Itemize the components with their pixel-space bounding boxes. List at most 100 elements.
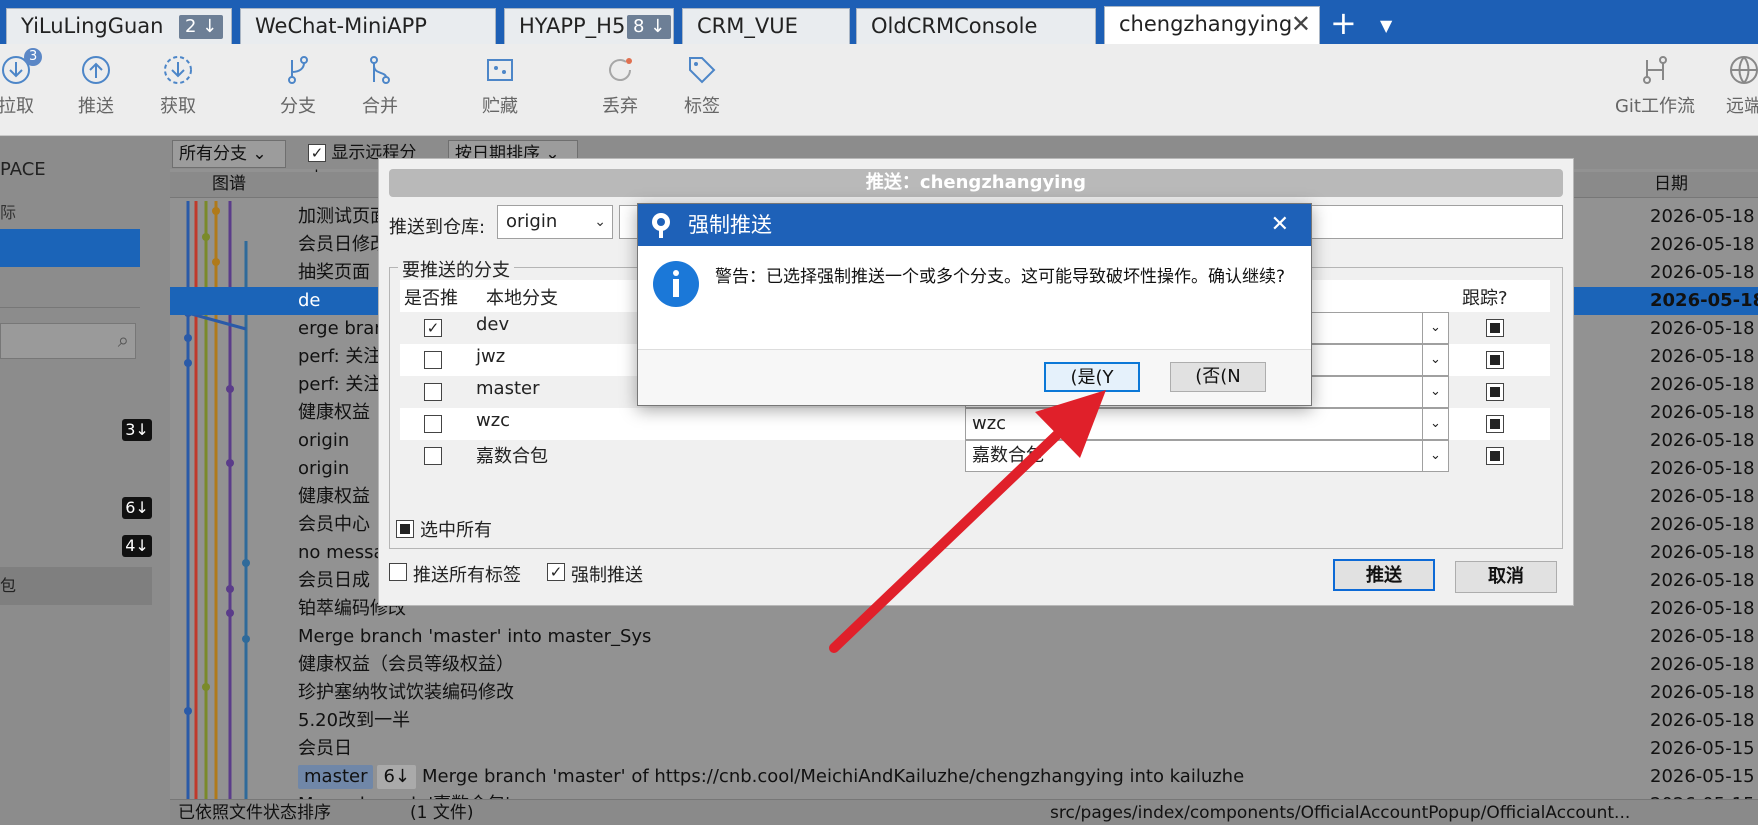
remote-button[interactable]: 远端 xyxy=(1704,54,1758,118)
commit-message: 健康权益 xyxy=(298,399,370,427)
no-button[interactable]: (否(N xyxy=(1170,362,1266,392)
merge-icon xyxy=(370,56,390,84)
branch-icon xyxy=(288,56,308,84)
tab-crm-vue[interactable]: CRM_VUE xyxy=(682,8,850,44)
local-branch-name: master xyxy=(476,378,540,399)
sidebar-item[interactable]: 际 xyxy=(0,199,16,223)
commit-message-text: perf: 关注 xyxy=(298,346,382,367)
graph-column-header[interactable]: 图谱 xyxy=(212,172,246,196)
track-checkbox[interactable] xyxy=(1486,319,1504,337)
select-all-checkbox[interactable] xyxy=(396,520,414,538)
tab-oldcrmconsole[interactable]: OldCRMConsole xyxy=(856,8,1096,44)
commit-date: 2026-05-18 xyxy=(1650,542,1755,563)
file-path[interactable]: src/pages/index/components/OfficialAccou… xyxy=(1050,800,1630,825)
commit-row[interactable]: master 6↓ Merge branch 'master' of https:/… xyxy=(170,763,1758,791)
local-branch-name: wzc xyxy=(476,410,511,431)
track-checkbox[interactable] xyxy=(1486,447,1504,465)
push-button[interactable]: 推送 xyxy=(56,54,136,118)
push-all-tags-label: 推送所有标签 xyxy=(413,565,521,586)
commit-row[interactable]: 会员日 2026-05-15 xyxy=(170,735,1758,763)
commit-message-text: 健康权益 xyxy=(298,402,370,423)
commit-date: 2026-05-15 xyxy=(1650,738,1755,759)
search-icon: ⌕ xyxy=(117,328,129,352)
tag-button[interactable]: 标签 xyxy=(662,54,742,118)
commit-row[interactable]: 珍护塞纳牧试饮装编码修改 2026-05-18 xyxy=(170,679,1758,707)
commit-message: 健康权益 xyxy=(298,483,370,511)
tab-yilulingguan[interactable]: YiLuLingGuan 2 ↓ xyxy=(6,8,232,44)
chevron-down-icon: ⌄ xyxy=(1422,313,1448,343)
discard-label: 丢弃 xyxy=(602,96,638,117)
commit-row[interactable]: 健康权益（会员等级权益） 2026-05-18 xyxy=(170,651,1758,679)
force-push-label: 强制推送 xyxy=(571,565,643,586)
push-to-repo-label: 推送到仓库: xyxy=(389,217,486,238)
commit-message: master 6↓ Merge branch 'master' of https:/… xyxy=(298,763,1244,791)
tab-menu-chevron-icon[interactable]: ▼ xyxy=(1380,6,1392,46)
merge-button[interactable]: 合并 xyxy=(340,54,420,118)
close-tab-icon[interactable]: ✕ xyxy=(1291,7,1311,41)
remote-branch-select[interactable]: wzc ⌄ xyxy=(965,408,1449,440)
commit-message: origin xyxy=(298,455,349,483)
add-tab-icon[interactable]: + xyxy=(1330,6,1357,40)
push-all-tags-checkbox[interactable] xyxy=(389,563,407,581)
behind-count-badge: 6↓ xyxy=(377,765,417,789)
confirm-title: 强制推送 xyxy=(688,213,772,237)
sidebar-search-input[interactable]: ⌕ xyxy=(0,323,136,359)
yes-button[interactable]: (是(Y xyxy=(1044,362,1140,392)
push-branch-checkbox[interactable] xyxy=(424,383,442,401)
commit-date: 2026-05-18 xyxy=(1650,570,1755,591)
tab-badge: 2 ↓ xyxy=(179,15,224,39)
tab-wechat-miniapp[interactable]: WeChat-MiniAPP xyxy=(240,8,496,44)
stash-button[interactable]: 贮藏 xyxy=(460,54,540,118)
tab-hyapp-h5[interactable]: HYAPP_H5 8 ↓ xyxy=(504,8,674,44)
commit-date: 2026-05-18 xyxy=(1650,346,1755,367)
behind-count-badge: 6↓ xyxy=(122,497,152,519)
push-branch-checkbox[interactable]: ✓ xyxy=(424,319,442,337)
file-sort-dropdown[interactable]: 已依照文件状态排序 xyxy=(178,800,331,825)
branch-filter-dropdown[interactable]: 所有分支 ⌄ xyxy=(172,140,286,168)
branch-tag-chip[interactable]: master xyxy=(298,765,374,789)
commit-date: 2026-05-18 xyxy=(1650,262,1755,283)
close-icon[interactable]: ✕ xyxy=(1271,204,1289,246)
repo-select[interactable]: origin ⌄ xyxy=(497,205,613,239)
pull-button[interactable]: 3 拉取 xyxy=(0,48,56,118)
push-button[interactable]: 推送 xyxy=(1333,559,1435,591)
commit-date: 2026-05-18 xyxy=(1650,206,1755,227)
branch-button[interactable]: 分支 xyxy=(258,54,338,118)
stash-label: 贮藏 xyxy=(482,96,518,117)
commit-message-text: 珍护塞纳牧试饮装编码修改 xyxy=(298,682,514,703)
commit-message-text: 加测试页面 xyxy=(298,206,388,227)
show-remote-checkbox[interactable]: ✓ xyxy=(308,144,326,162)
force-push-checkbox[interactable]: ✓ xyxy=(547,563,565,581)
push-branch-checkbox[interactable] xyxy=(424,351,442,369)
commit-date: 2026-05-18 xyxy=(1650,682,1755,703)
pull-label: 拉取 xyxy=(0,96,34,117)
track-checkbox[interactable] xyxy=(1486,383,1504,401)
discard-button[interactable]: 丢弃 xyxy=(580,54,660,118)
commit-row[interactable]: 5.20改到一半 2026-05-18 xyxy=(170,707,1758,735)
stash-icon xyxy=(487,59,513,81)
commit-row[interactable]: Merge branch 'master' into master_Sys 202… xyxy=(170,623,1758,651)
push-branch-checkbox[interactable] xyxy=(424,447,442,465)
sidebar-item-selected[interactable] xyxy=(0,229,140,267)
tab-badge: 8 ↓ xyxy=(627,15,672,39)
track-checkbox[interactable] xyxy=(1486,415,1504,433)
track-checkbox[interactable] xyxy=(1486,351,1504,369)
sidebar-item-pkg[interactable]: 包 xyxy=(0,567,152,605)
fetch-icon xyxy=(164,56,192,84)
local-branch-name: 嘉数合包 xyxy=(476,446,548,467)
remote-branch-select[interactable]: 嘉数合包 ⌄ xyxy=(965,440,1449,472)
date-column-header[interactable]: 日期 xyxy=(1654,172,1688,196)
merge-label: 合并 xyxy=(362,96,398,117)
gitflow-button[interactable]: Git工作流 xyxy=(1614,54,1696,118)
commit-message-text: no messa xyxy=(298,542,385,563)
workspace-title: PACE xyxy=(0,159,46,180)
cancel-button[interactable]: 取消 xyxy=(1455,561,1557,593)
commit-message: de xyxy=(298,287,321,315)
push-branch-checkbox[interactable] xyxy=(424,415,442,433)
commit-message: Merge branch 'master' into master_Sys xyxy=(298,623,651,651)
tab-chengzhangying[interactable]: chengzhangying ✕ xyxy=(1104,6,1320,44)
fetch-button[interactable]: 获取 xyxy=(138,54,218,118)
confirm-body: 警告：已选择强制推送一个或多个分支。这可能导致破坏性操作。确认继续? xyxy=(638,246,1311,350)
tab-label: HYAPP_H5 xyxy=(519,14,626,38)
chevron-down-icon: ⌄ xyxy=(1422,345,1448,375)
